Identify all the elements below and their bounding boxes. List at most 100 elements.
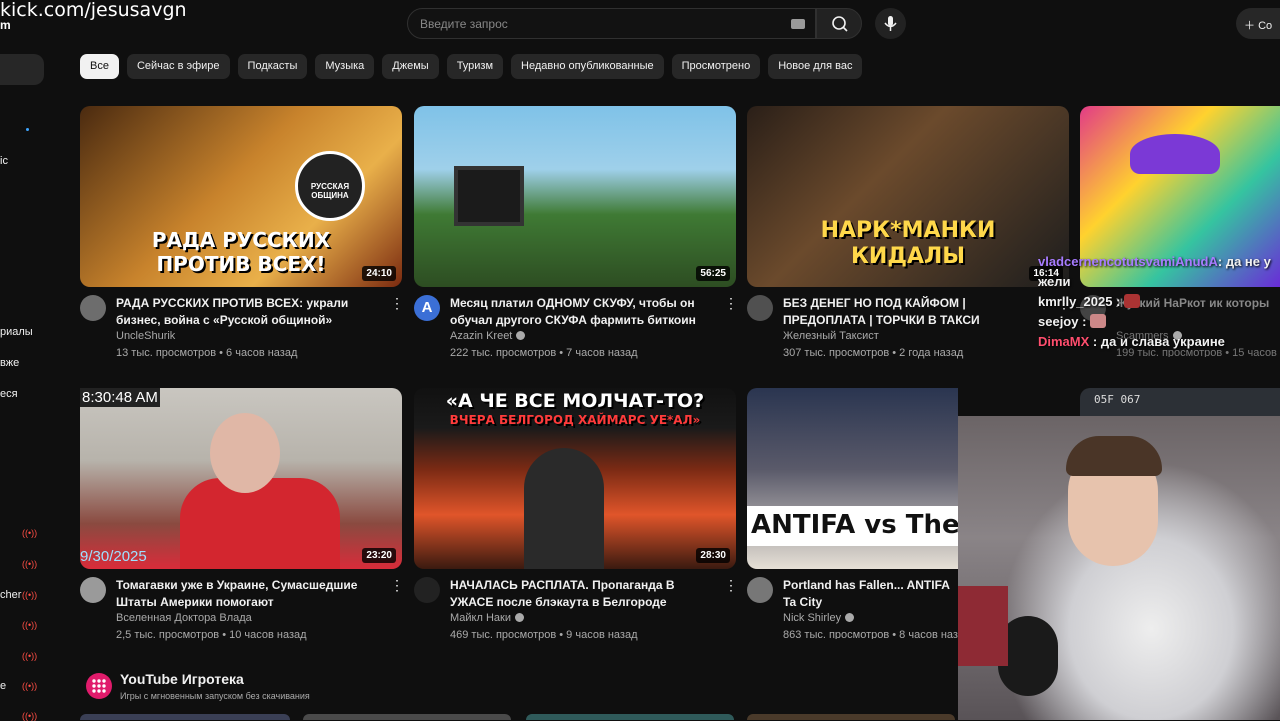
emote-icon	[1124, 294, 1141, 308]
video-title[interactable]: РАДА РУССКИХ ПРОТИВ ВСЕХ: украли бизнес,…	[116, 295, 378, 329]
emblem-badge: РУССКАЯ ОБЩИНА	[295, 151, 365, 221]
chat-message: kmrlly_2025 :	[1038, 292, 1280, 312]
live-icon: ((•))	[22, 528, 38, 538]
clock-overlay: 8:30:48 AM	[80, 388, 160, 407]
video-thumbnail[interactable]: ANTIFA vs The	[747, 388, 958, 569]
chip-tourism[interactable]: Туризм	[446, 54, 504, 79]
mushroom-graphic	[1130, 134, 1220, 174]
video-stats: 863 тыс. просмотров • 8 часов назад	[783, 629, 958, 639]
video-title[interactable]: БЕЗ ДЕНЕГ НО ПОД КАЙФОМ | ПРЕДОПЛАТА | Т…	[783, 295, 1045, 329]
stream-chat: vladcernencotutsvamiAnudA: да не у жели …	[1038, 252, 1280, 352]
arcade-subtitle: Игры с мгновенным запуском без скачивани…	[120, 691, 310, 701]
video-card[interactable]: 05F 067	[1080, 388, 1280, 416]
channel-name[interactable]: Железный Таксист	[783, 330, 879, 342]
arcade-title[interactable]: YouTube Игротека	[120, 671, 244, 687]
chip-all[interactable]: Все	[80, 54, 119, 79]
voice-search-button[interactable]	[875, 8, 906, 39]
verified-icon	[516, 331, 526, 340]
game-card[interactable]	[80, 714, 290, 720]
stream-url-suffix: m	[0, 18, 11, 32]
channel-name[interactable]: Azazin Kreet	[450, 330, 526, 342]
chat-message: vladcernencotutsvamiAnudA: да не у жели	[1038, 252, 1280, 292]
video-thumbnail[interactable]: РУССКАЯ ОБЩИНА РАДА РУССКИХ ПРОТИВ ВСЕХ!…	[80, 106, 402, 287]
sidebar-item-channel[interactable]: cher	[0, 589, 21, 601]
video-thumbnail[interactable]: «А ЧЕ ВСЕ МОЛЧАТ-ТО? ВЧЕРА БЕЛГОРОД ХАЙМ…	[414, 388, 736, 569]
video-thumbnail[interactable]: 23:20	[80, 388, 402, 569]
channel-avatar[interactable]	[414, 577, 440, 603]
arcade-icon	[86, 673, 112, 699]
video-stats: 2,5 тыс. просмотров • 10 часов назад	[116, 629, 307, 641]
sidebar-item-materials[interactable]: риалы	[0, 326, 33, 338]
video-stats: 469 тыс. просмотров • 9 часов назад	[450, 629, 638, 641]
game-card[interactable]	[747, 714, 955, 720]
microphone-icon	[884, 16, 897, 31]
thumbnail-caption: ANTIFA vs The	[751, 510, 958, 540]
chat-username: vladcernencotutsvamiAnudA	[1038, 254, 1218, 269]
sidebar: ic риалы вже еся ((•)) ((•)) cher ((•)) …	[0, 0, 60, 721]
chip-live[interactable]: Сейчас в эфире	[126, 54, 230, 79]
webcam-overlay	[958, 416, 1280, 720]
sidebar-item-channel[interactable]: e	[0, 680, 6, 692]
chip-music[interactable]: Музыка	[315, 54, 375, 79]
stream-url-overlay: kick.com/jesusavgn	[0, 0, 187, 21]
chip-new-for-you[interactable]: Новое для вас	[768, 54, 863, 79]
person-graphic	[180, 478, 340, 569]
video-thumbnail[interactable]: 05F 067	[1080, 388, 1280, 416]
sidebar-item-music[interactable]: ic	[0, 155, 8, 167]
chat-message: DimaMX : да и слава украине	[1038, 332, 1280, 352]
chip-podcasts[interactable]: Подкасты	[237, 54, 308, 79]
duration-badge: 23:20	[362, 548, 396, 563]
channel-name: Nick Shirley	[783, 612, 855, 624]
video-thumbnail[interactable]: НАРК*МАНКИ КИДАЛЫ 16:14	[747, 106, 1069, 287]
channel-avatar[interactable]	[80, 295, 106, 321]
video-card[interactable]: 23:20 Томагавки уже в Украине, Сумасшедш…	[80, 388, 404, 641]
create-button[interactable]: ＋ Со	[1236, 8, 1280, 39]
chat-username: kmrlly_2025	[1038, 294, 1113, 309]
sidebar-item-home[interactable]	[0, 54, 44, 85]
chip-jams[interactable]: Джемы	[382, 54, 439, 79]
keyboard-icon[interactable]	[791, 19, 805, 29]
more-options-icon[interactable]: ⋮	[724, 577, 738, 594]
plus-icon: ＋	[1244, 20, 1259, 32]
live-icon: ((•))	[22, 590, 38, 600]
channel-avatar[interactable]	[747, 577, 773, 603]
more-options-icon[interactable]: ⋮	[390, 295, 404, 312]
duration-badge: 24:10	[362, 266, 396, 281]
chat-username: DimaMX	[1038, 334, 1090, 349]
video-title[interactable]: Томагавки уже в Украине, Сумасшедшие Шта…	[116, 577, 378, 611]
more-options-icon[interactable]: ⋮	[390, 577, 404, 594]
chip-recently-uploaded[interactable]: Недавно опубликованные	[511, 54, 664, 79]
person-graphic	[524, 448, 604, 569]
sidebar-item-important[interactable]: вже	[0, 357, 19, 369]
video-card[interactable]: ANTIFA vs The Portland has Fallen... ANT…	[747, 388, 958, 639]
thumbnail-caption: НАРК*МАНКИ КИДАЛЫ	[820, 218, 996, 269]
channel-avatar[interactable]	[747, 295, 773, 321]
video-card[interactable]: 56:25 A Месяц платил ОДНОМУ СКУФУ, чтобы…	[414, 106, 738, 359]
verified-icon	[514, 613, 524, 622]
chat-text: :	[1112, 294, 1121, 309]
channel-name[interactable]: Вселенная Доктора Влада	[116, 612, 252, 624]
new-content-dot	[26, 128, 29, 131]
video-card[interactable]: «А ЧЕ ВСЕ МОЛЧАТ-ТО? ВЧЕРА БЕЛГОРОД ХАЙМ…	[414, 388, 738, 641]
streamer-hair	[1066, 436, 1162, 476]
search-button[interactable]	[816, 8, 862, 39]
channel-name[interactable]: UncleShurik	[116, 330, 175, 342]
search-input[interactable]: Введите запрос	[420, 17, 508, 31]
sidebar-item-liked[interactable]: еся	[0, 388, 18, 400]
video-title[interactable]: Месяц платил ОДНОМУ СКУФУ, чтобы он обуч…	[450, 295, 712, 329]
video-title[interactable]: Portland has Fallen... ANTIFA Ta City	[783, 577, 958, 611]
video-card[interactable]: НАРК*МАНКИ КИДАЛЫ 16:14 БЕЗ ДЕНЕГ НО ПОД…	[747, 106, 1071, 359]
channel-avatar[interactable]	[80, 577, 106, 603]
duration-badge: 28:30	[696, 548, 730, 563]
game-card[interactable]	[303, 714, 511, 720]
more-options-icon[interactable]: ⋮	[724, 295, 738, 312]
channel-name: Майкл Наки	[450, 612, 524, 624]
monitor-graphic	[454, 166, 524, 226]
channel-avatar[interactable]: A	[414, 295, 440, 321]
video-thumbnail[interactable]: 56:25	[414, 106, 736, 287]
search-box[interactable]: Введите запрос	[407, 8, 816, 39]
chip-watched[interactable]: Просмотрено	[671, 54, 761, 79]
game-card[interactable]	[526, 714, 734, 720]
video-card[interactable]: РУССКАЯ ОБЩИНА РАДА РУССКИХ ПРОТИВ ВСЕХ!…	[80, 106, 404, 359]
video-title[interactable]: НАЧАЛАСЬ РАСПЛАТА. Пропаганда В УЖАСЕ по…	[450, 577, 712, 611]
